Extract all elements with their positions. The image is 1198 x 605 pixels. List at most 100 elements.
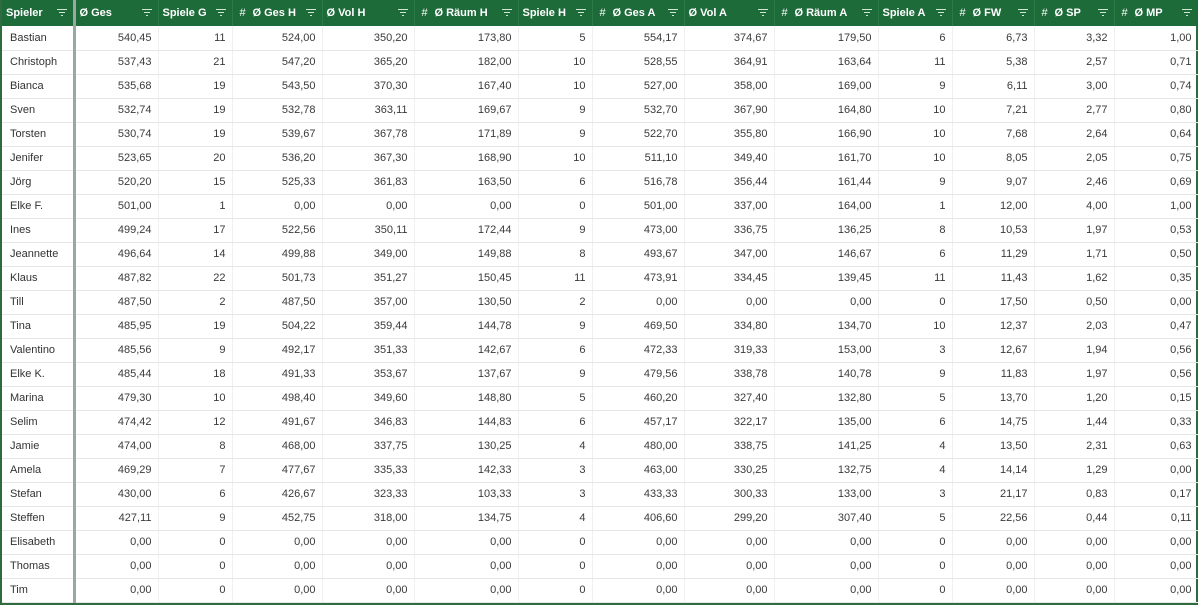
table-cell[interactable]: 19 [158,122,233,147]
filter-icon[interactable] [1181,9,1192,17]
table-cell[interactable]: 10 [158,386,233,411]
table-cell[interactable]: 4 [518,506,593,531]
table-cell[interactable]: 457,17 [592,410,685,435]
table-cell[interactable]: 9 [158,338,233,363]
table-cell[interactable]: 463,00 [592,458,685,483]
table-cell[interactable]: 9 [518,122,593,147]
player-name-cell[interactable]: Sven [2,98,76,123]
table-cell[interactable]: 307,40 [774,506,879,531]
table-cell[interactable]: 318,00 [322,506,415,531]
table-cell[interactable]: 135,00 [774,410,879,435]
table-cell[interactable]: 0,75 [1114,146,1198,171]
player-name-cell[interactable]: Amela [2,458,76,483]
table-cell[interactable]: 0 [158,554,233,579]
table-cell[interactable]: 139,45 [774,266,879,291]
player-name-cell[interactable]: Christoph [2,50,76,75]
table-cell[interactable]: 501,00 [74,194,159,219]
table-cell[interactable]: 367,78 [322,122,415,147]
table-cell[interactable]: 169,67 [414,98,519,123]
table-cell[interactable]: 11,83 [952,362,1035,387]
table-cell[interactable]: 338,78 [684,362,775,387]
table-cell[interactable]: 0,47 [1114,314,1198,339]
player-name-cell[interactable]: Bastian [2,26,76,51]
table-cell[interactable]: 0,00 [592,530,685,555]
table-cell[interactable]: 1 [158,194,233,219]
table-cell[interactable]: 172,44 [414,218,519,243]
table-cell[interactable]: 537,43 [74,50,159,75]
table-cell[interactable]: 6 [878,410,953,435]
filter-icon[interactable] [501,9,512,17]
table-cell[interactable]: 528,55 [592,50,685,75]
table-cell[interactable]: 0,00 [774,578,879,603]
table-cell[interactable]: 6 [518,410,593,435]
table-cell[interactable]: 299,20 [684,506,775,531]
table-cell[interactable]: 0,00 [592,290,685,315]
table-cell[interactable]: 18 [158,362,233,387]
column-header[interactable]: Spieler [2,0,76,26]
table-cell[interactable]: 142,33 [414,458,519,483]
table-cell[interactable]: 22,56 [952,506,1035,531]
table-cell[interactable]: 130,25 [414,434,519,459]
table-cell[interactable]: 12,00 [952,194,1035,219]
table-cell[interactable]: 2,77 [1034,98,1115,123]
table-cell[interactable]: 1,97 [1034,218,1115,243]
filter-icon[interactable] [141,9,152,17]
table-cell[interactable]: 479,30 [74,386,159,411]
table-cell[interactable]: 3,00 [1034,74,1115,99]
table-cell[interactable]: 0,00 [74,530,159,555]
table-cell[interactable]: 0,33 [1114,410,1198,435]
table-cell[interactable]: 0,00 [322,194,415,219]
table-cell[interactable]: 349,00 [322,242,415,267]
table-cell[interactable]: 10 [518,74,593,99]
player-name-cell[interactable]: Tim [2,578,76,603]
filter-icon[interactable] [575,9,586,17]
table-cell[interactable]: 10 [518,50,593,75]
table-cell[interactable]: 0,00 [1114,290,1198,315]
table-cell[interactable]: 1,00 [1114,26,1198,51]
table-cell[interactable]: 0,56 [1114,362,1198,387]
table-cell[interactable]: 0 [518,578,593,603]
table-cell[interactable]: 20 [158,146,233,171]
player-name-cell[interactable]: Marina [2,386,76,411]
table-cell[interactable]: 0,15 [1114,386,1198,411]
table-cell[interactable]: 527,00 [592,74,685,99]
table-cell[interactable]: 2 [158,290,233,315]
table-cell[interactable]: 6,73 [952,26,1035,51]
table-cell[interactable]: 356,44 [684,170,775,195]
table-cell[interactable]: 532,70 [592,98,685,123]
table-cell[interactable]: 163,64 [774,50,879,75]
table-cell[interactable]: 323,33 [322,482,415,507]
table-cell[interactable]: 0,00 [1034,578,1115,603]
filter-icon[interactable] [935,9,946,17]
table-cell[interactable]: 2,05 [1034,146,1115,171]
table-cell[interactable]: 0,00 [414,578,519,603]
table-cell[interactable]: 300,33 [684,482,775,507]
table-cell[interactable]: 0 [518,194,593,219]
table-cell[interactable]: 2,31 [1034,434,1115,459]
table-cell[interactable]: 468,00 [232,434,323,459]
table-cell[interactable]: 4 [518,434,593,459]
table-cell[interactable]: 148,80 [414,386,519,411]
table-cell[interactable]: 5 [878,386,953,411]
table-cell[interactable]: 10 [878,98,953,123]
table-cell[interactable]: 153,00 [774,338,879,363]
table-cell[interactable]: 164,80 [774,98,879,123]
table-cell[interactable]: 0,63 [1114,434,1198,459]
table-cell[interactable]: 6 [518,338,593,363]
column-header[interactable]: # Ø Ges H [232,0,323,26]
filter-icon[interactable] [861,9,872,17]
table-cell[interactable]: 167,40 [414,74,519,99]
table-cell[interactable]: 540,45 [74,26,159,51]
table-cell[interactable]: 351,33 [322,338,415,363]
table-cell[interactable]: 359,44 [322,314,415,339]
table-cell[interactable]: 338,75 [684,434,775,459]
table-cell[interactable]: 9 [878,170,953,195]
table-cell[interactable]: 460,20 [592,386,685,411]
table-cell[interactable]: 0,11 [1114,506,1198,531]
column-header[interactable]: # Ø Räum H [414,0,519,26]
table-cell[interactable]: 0,00 [684,290,775,315]
table-cell[interactable]: 7,68 [952,122,1035,147]
table-cell[interactable]: 485,95 [74,314,159,339]
table-cell[interactable]: 0,35 [1114,266,1198,291]
table-cell[interactable]: 0,00 [1034,530,1115,555]
